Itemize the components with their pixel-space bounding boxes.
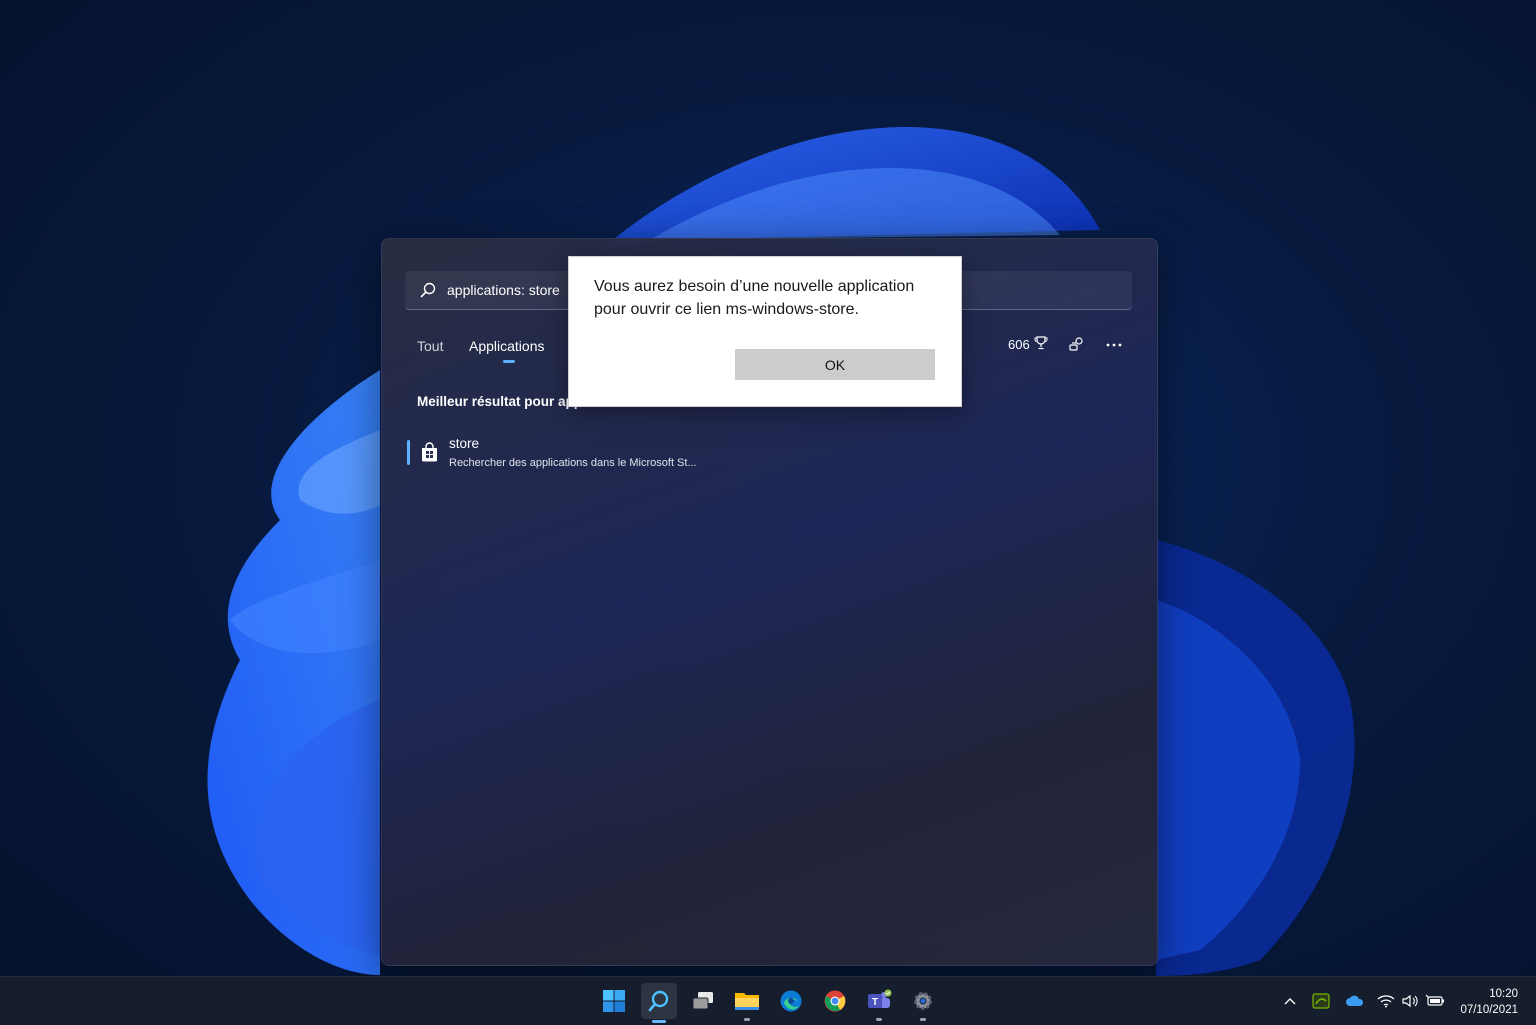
trophy-icon	[1034, 336, 1048, 353]
system-clock[interactable]: 10:20 07/10/2021	[1460, 986, 1518, 1018]
chrome-browser-icon[interactable]	[819, 985, 851, 1017]
search-icon	[419, 281, 437, 299]
clock-time: 10:20	[1489, 988, 1518, 1000]
account-switch-icon[interactable]	[1066, 334, 1088, 356]
result-name: store	[449, 436, 480, 451]
wifi-icon[interactable]	[1376, 991, 1396, 1011]
running-indicator	[920, 1018, 926, 1021]
active-tab-indicator	[503, 360, 515, 363]
svg-text:T: T	[872, 997, 878, 1008]
running-indicator	[744, 1018, 750, 1021]
task-view-icon[interactable]	[687, 985, 719, 1017]
tab-tout[interactable]: Tout	[417, 338, 443, 354]
file-explorer-icon[interactable]	[731, 985, 763, 1021]
onedrive-cloud-icon[interactable]	[1345, 991, 1365, 1011]
ok-button[interactable]: OK	[735, 349, 935, 380]
settings-gear-icon[interactable]	[907, 985, 939, 1021]
open-link-dialog: Vous aurez besoin d’une nouvelle applica…	[568, 256, 962, 407]
result-description: Rechercher des applications dans le Micr…	[449, 457, 697, 469]
rewards-points[interactable]: 606	[1008, 336, 1048, 353]
more-options-icon[interactable]	[1103, 334, 1125, 356]
tab-applications[interactable]: Applications	[469, 338, 545, 354]
best-match-result[interactable]: store Rechercher des applications dans l…	[406, 434, 736, 476]
teams-icon[interactable]: T	[863, 985, 895, 1021]
start-button-icon[interactable]	[598, 985, 630, 1017]
search-taskbar-icon[interactable]	[641, 983, 677, 1023]
taskbar: T 10:20 07/10/2021	[0, 976, 1536, 1025]
nvidia-icon[interactable]	[1311, 991, 1331, 1011]
selection-indicator	[407, 440, 410, 465]
chevron-up-icon[interactable]	[1280, 991, 1300, 1011]
dialog-message: Vous aurez besoin d’une nouvelle applica…	[594, 278, 915, 318]
battery-icon[interactable]	[1425, 991, 1445, 1011]
rewards-points-value: 606	[1008, 337, 1030, 352]
edge-browser-icon[interactable]	[775, 985, 807, 1017]
active-indicator	[652, 1020, 666, 1023]
clock-date: 07/10/2021	[1460, 1004, 1518, 1016]
volume-icon[interactable]	[1400, 991, 1420, 1011]
running-indicator	[876, 1018, 882, 1021]
store-icon	[419, 442, 440, 463]
search-input[interactable]: applications: store	[447, 282, 560, 298]
